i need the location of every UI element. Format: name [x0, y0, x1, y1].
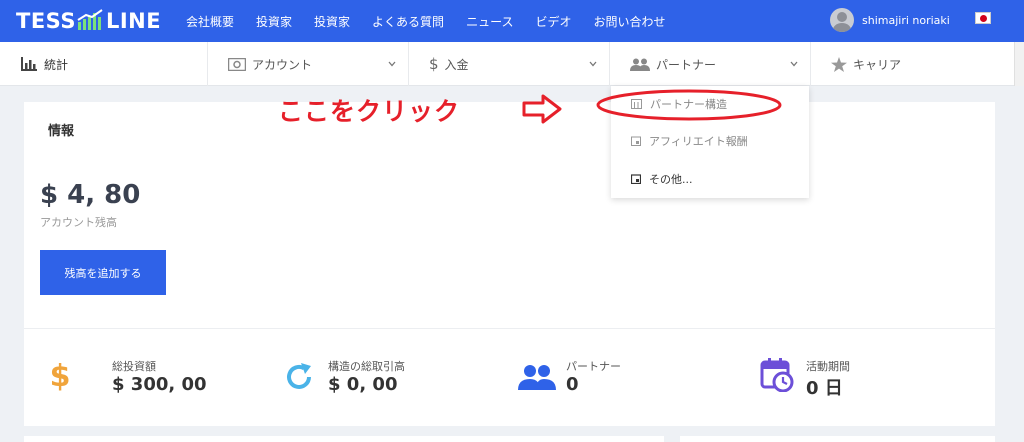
tab-deposit[interactable]: $ 入金 [409, 42, 610, 86]
tab-career-label: キャリア [853, 57, 902, 72]
japan-flag-icon[interactable] [975, 12, 991, 24]
chevron-down-icon [589, 61, 597, 67]
svg-text:$: $ [50, 359, 71, 392]
stat-value: $ 0, 00 [328, 374, 398, 395]
calendar-small-icon [631, 174, 641, 184]
next-card-edge [680, 436, 995, 442]
tab-partner[interactable]: パートナー [610, 42, 811, 86]
add-balance-button[interactable]: 残高を追加する [40, 250, 166, 295]
nav-item-investor-2[interactable]: 投資家 [314, 13, 350, 30]
highlight-ellipse [596, 89, 782, 121]
menu-item-other[interactable]: その他... [631, 170, 693, 188]
stat-value: $ 300, 00 [112, 374, 207, 395]
nav-item-news[interactable]: ニュース [466, 13, 513, 30]
dollar-small-icon: $ [429, 55, 439, 73]
avatar [830, 8, 854, 32]
nav-item-company[interactable]: 会社概要 [186, 13, 234, 30]
annotation-text: ここをクリック [278, 97, 461, 126]
account-balance-label: アカウント残高 [40, 216, 117, 229]
info-card: 情報 $ 4, 80 アカウント残高 残高を追加する $ 総投資額 $ 300,… [24, 102, 995, 426]
scrollbar[interactable] [1014, 42, 1024, 86]
menu-item-label: その他... [649, 173, 693, 186]
menu-item-affiliate-rewards[interactable]: アフィリエイト報酬 [631, 132, 748, 150]
chevron-down-icon [790, 61, 798, 67]
account-balance: $ 4, 80 [40, 180, 141, 210]
logo-text-left: TESS [16, 9, 76, 33]
stat-value: 0 [566, 374, 579, 395]
money-icon [228, 57, 246, 71]
top-navbar: TESS LINE 会社概要 投資家 投資家 よくある質問 ニュース ビデオ お… [0, 0, 1024, 42]
stat-value: 0 日 [806, 378, 843, 399]
nav-item-contact[interactable]: お問い合わせ [593, 13, 665, 30]
calendar-clock-icon [760, 358, 794, 392]
refresh-icon [287, 363, 311, 389]
tab-stats-label: 統計 [44, 57, 69, 72]
logo-chart-icon [77, 9, 103, 30]
tab-partner-label: パートナー [656, 57, 717, 72]
stat-label: パートナー [566, 360, 621, 373]
star-icon [831, 56, 847, 72]
menu-item-label: アフィリエイト報酬 [649, 135, 748, 148]
main-nav: 会社概要 投資家 投資家 よくある質問 ニュース ビデオ お問い合わせ [186, 0, 688, 42]
user-menu[interactable]: shimajiri noriaki [830, 6, 950, 34]
nav-item-video[interactable]: ビデオ [535, 13, 571, 30]
arrow-right-icon [522, 94, 562, 124]
nav-item-faq[interactable]: よくある質問 [372, 13, 444, 30]
tab-stats[interactable]: 統計 [0, 42, 208, 86]
logo[interactable]: TESS LINE [16, 9, 161, 35]
calendar-small-icon [631, 136, 641, 146]
dashboard-tabbar: 統計 アカウント $ 入金 パートナー キャリア [0, 42, 1014, 86]
stat-label: 構造の総取引高 [328, 360, 405, 373]
stat-label: 総投資額 [112, 360, 156, 373]
logo-text-right: LINE [105, 9, 162, 33]
chevron-down-icon [388, 61, 396, 67]
bar-chart-icon [21, 57, 37, 71]
people-icon [518, 365, 556, 390]
tab-career[interactable]: キャリア [811, 42, 1014, 86]
tab-account[interactable]: アカウント [208, 42, 409, 86]
stat-label: 活動期間 [806, 360, 850, 373]
tab-deposit-label: 入金 [444, 57, 469, 72]
divider [24, 328, 995, 329]
nav-item-investor-1[interactable]: 投資家 [256, 13, 292, 30]
next-card-edge [24, 436, 664, 442]
card-title: 情報 [48, 124, 75, 139]
people-small-icon [630, 58, 650, 71]
dollar-icon: $ [50, 359, 71, 392]
tab-account-label: アカウント [252, 57, 313, 72]
username: shimajiri noriaki [862, 13, 950, 27]
